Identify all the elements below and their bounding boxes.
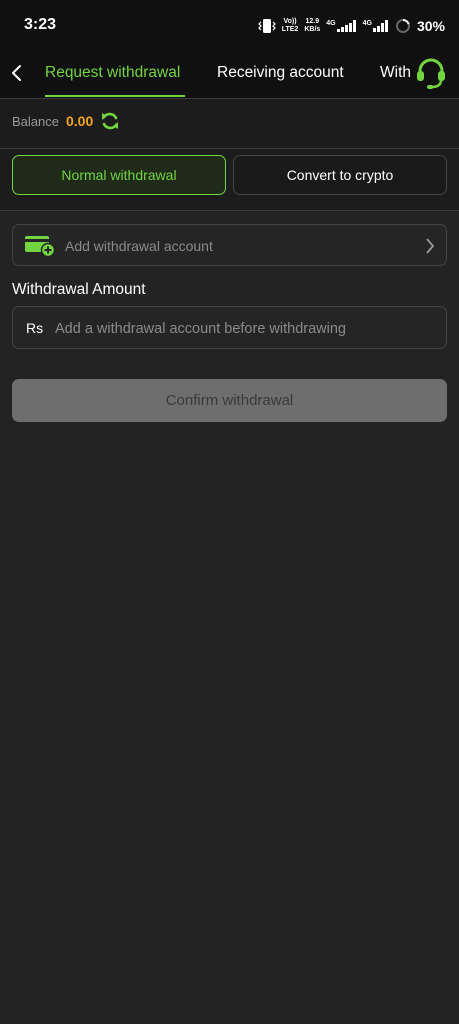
lte-text: LTE2	[281, 26, 299, 33]
add-withdrawal-account-label: Add withdrawal account	[65, 238, 213, 254]
status-icons: Vo)) LTE2 12.9 KB/s 4G 4G 30%	[257, 15, 445, 37]
withdrawal-amount-label: Withdrawal Amount	[12, 281, 146, 298]
tab-withdrawal-record-label: Withdrawal record	[380, 64, 410, 81]
confirm-withdrawal-button[interactable]: Confirm withdrawal	[12, 379, 447, 422]
confirm-withdrawal-label: Confirm withdrawal	[165, 392, 294, 409]
withdrawal-amount-field[interactable]: Rs	[12, 306, 447, 349]
normal-withdrawal-button[interactable]: Normal withdrawal	[12, 155, 226, 195]
sim1-tech: 4G	[326, 20, 336, 27]
status-bar: 3:23 Vo)) LTE2 12.9 KB/s 4G 4G 30%	[0, 0, 459, 50]
active-tab-indicator	[45, 95, 185, 97]
signal-icon	[372, 20, 388, 32]
volte-text: Vo))	[283, 18, 297, 25]
withdrawal-mode-bar: Normal withdrawal Convert to crypto	[0, 149, 459, 211]
balance-row: Balance 0.00	[0, 99, 459, 149]
balance-value: 0.00	[66, 113, 94, 129]
back-arrow-icon[interactable]	[8, 62, 28, 84]
convert-to-crypto-label: Convert to crypto	[286, 167, 394, 183]
convert-to-crypto-button[interactable]: Convert to crypto	[233, 155, 447, 195]
withdrawal-amount-input[interactable]	[53, 315, 442, 343]
signal-icon	[336, 20, 356, 32]
add-withdrawal-account-button[interactable]: Add withdrawal account	[12, 224, 447, 266]
vibrate-icon	[257, 19, 276, 33]
net-speed-value: 12.9	[305, 18, 320, 25]
status-time: 3:23	[24, 16, 57, 33]
add-card-icon	[25, 236, 55, 257]
top-nav: Request withdrawal Receiving account Wit…	[0, 50, 459, 99]
normal-withdrawal-label: Normal withdrawal	[61, 167, 177, 183]
battery-icon	[395, 18, 410, 33]
sim2-signal: 4G	[363, 20, 389, 32]
currency-symbol: Rs	[26, 320, 44, 336]
sim1-signal: 4G	[326, 20, 356, 32]
chevron-right-icon	[426, 238, 435, 254]
balance-label: Balance	[12, 114, 59, 129]
net-speed-unit: KB/s	[304, 26, 321, 33]
refresh-icon[interactable]	[99, 110, 121, 132]
battery-percent: 30%	[416, 18, 445, 34]
tab-request-withdrawal[interactable]: Request withdrawal	[45, 64, 180, 82]
customer-support-icon[interactable]	[414, 56, 448, 90]
volte-indicator: Vo)) LTE2	[282, 18, 299, 34]
sim2-tech: 4G	[362, 20, 372, 27]
net-speed: 12.9 KB/s	[304, 18, 320, 34]
tab-withdrawal-record[interactable]: Withdrawal record	[380, 64, 410, 82]
tab-receiving-account[interactable]: Receiving account	[217, 64, 344, 82]
